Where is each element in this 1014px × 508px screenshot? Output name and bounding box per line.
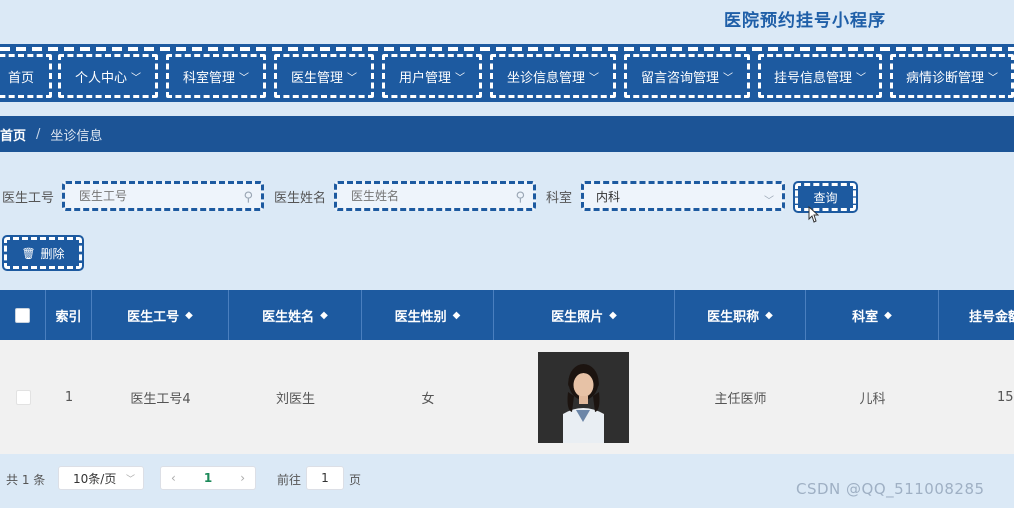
nav-item-personal-center[interactable]: 个人中心 ﹀ [58, 54, 158, 98]
sort-icon[interactable]: ◆ [320, 310, 328, 321]
chevron-down-icon: ﹀ [988, 72, 998, 84]
chevron-down-icon: ﹀ [131, 72, 141, 84]
goto-label: 前往 [277, 473, 302, 487]
column-header-label: 医生姓名 [262, 309, 315, 325]
sort-icon[interactable]: ◆ [453, 310, 461, 321]
sort-icon[interactable]: ◆ [884, 310, 892, 321]
search-icon: ⚲ [243, 190, 253, 205]
doctor-id-field[interactable]: ⚲ [62, 181, 264, 211]
nav-item-label: 留言咨询管理 [640, 70, 719, 86]
cell-photo [494, 340, 675, 454]
doctor-id-input[interactable] [77, 188, 229, 204]
page-size-select[interactable]: 10条/页 ﹀ [58, 466, 144, 490]
column-header-index: 索引 [46, 290, 92, 340]
nav-item-diagnosis-mgmt[interactable]: 病情诊断管理 ﹀ [890, 54, 1014, 98]
nav-item-label: 挂号信息管理 [773, 70, 852, 86]
column-header-department[interactable]: 科室 ◆ [806, 290, 939, 340]
next-page-button[interactable]: › [240, 471, 245, 485]
breadcrumb-home[interactable]: 首页 [0, 125, 26, 144]
nav-item-department-mgmt[interactable]: 科室管理 ﹀ [166, 54, 266, 98]
department-label: 科室 [546, 191, 573, 206]
column-header-gender[interactable]: 医生性别 ◆ [362, 290, 494, 340]
delete-button[interactable]: 🗑 删除 [2, 235, 84, 271]
app-title: 医院预约挂号小程序 [724, 11, 886, 31]
chevron-down-icon: ﹀ [589, 72, 599, 84]
sort-icon[interactable]: ◆ [185, 310, 193, 321]
department-select[interactable]: 内科 ﹀ [581, 181, 785, 211]
cell-gender: 女 [421, 391, 435, 407]
breadcrumb-current: 坐诊信息 [50, 128, 103, 144]
select-all-checkbox[interactable] [15, 307, 30, 323]
query-button[interactable]: 查询 [793, 181, 858, 213]
breadcrumb: 首页 / 坐诊信息 [0, 116, 1014, 152]
row-checkbox[interactable] [15, 389, 31, 405]
cell-doctor-id: 医生工号4 [130, 391, 191, 407]
doctor-name-field[interactable]: ⚲ [334, 181, 536, 211]
prev-page-button[interactable]: ‹ [171, 471, 176, 485]
sort-icon[interactable]: ◆ [609, 310, 617, 321]
nav-item-label: 用户管理 [398, 70, 451, 86]
nav-item-label: 病情诊断管理 [905, 70, 984, 86]
nav-item-registration-mgmt[interactable]: 挂号信息管理 ﹀ [758, 54, 882, 98]
chevron-down-icon: ﹀ [347, 72, 357, 84]
cell-fee: 15 [997, 389, 1014, 405]
chevron-down-icon: ﹀ [239, 72, 249, 84]
page-size-value: 10条/页 [73, 471, 117, 486]
chevron-down-icon: ﹀ [455, 72, 465, 84]
column-header-label: 医生照片 [551, 309, 604, 325]
search-icon: ⚲ [515, 190, 525, 205]
column-header-doctor-id[interactable]: 医生工号 ◆ [92, 290, 229, 340]
nav-item-schedule-mgmt[interactable]: 坐诊信息管理 ﹀ [490, 54, 616, 98]
column-header-title[interactable]: 医生职称 ◆ [675, 290, 806, 340]
doctor-id-label: 医生工号 [2, 191, 55, 206]
pager-controls: ‹ 1 › [160, 466, 256, 490]
cell-doctor-name: 刘医生 [275, 391, 315, 407]
nav-item-label: 个人中心 [74, 70, 127, 86]
nav-item-label: 科室管理 [182, 70, 235, 86]
chevron-down-icon: ﹀ [125, 474, 135, 485]
column-header-doctor-name[interactable]: 医生姓名 ◆ [229, 290, 362, 340]
column-header-fee[interactable]: 挂号金额 [939, 290, 1014, 340]
cell-department: 儿科 [859, 391, 886, 407]
chevron-down-icon: ﹀ [856, 72, 866, 84]
select-all-cell [0, 290, 46, 340]
cell-title: 主任医师 [714, 391, 767, 407]
nav-item-doctor-mgmt[interactable]: 医生管理 ﹀ [274, 54, 374, 98]
page-suffix: 页 [349, 473, 362, 487]
current-page-number[interactable]: 1 [204, 471, 212, 485]
nav-decor-border [0, 47, 1014, 51]
row-select-cell [0, 340, 46, 454]
nav-item-label: 坐诊信息管理 [506, 70, 585, 86]
nav-item-home[interactable]: 首页 [0, 54, 52, 98]
cursor-icon [808, 206, 819, 223]
department-select-value: 内科 [596, 189, 621, 204]
column-header-label: 医生工号 [127, 309, 180, 325]
column-header-label: 科室 [852, 309, 879, 325]
goto-page-input[interactable]: 1 [306, 466, 344, 490]
nav-item-label: 首页 [7, 70, 34, 86]
table-row[interactable]: 1 医生工号4 刘医生 女 主任医师 儿科 15 [0, 340, 1014, 454]
chevron-down-icon: ﹀ [723, 72, 733, 84]
column-header-photo[interactable]: 医生照片 ◆ [494, 290, 675, 340]
table-header: 索引 医生工号 ◆ 医生姓名 ◆ 医生性别 ◆ 医生照片 ◆ 医生职称 ◆ 科室 ◆ 挂号金… [0, 290, 1014, 340]
delete-button-label: 删除 [40, 246, 65, 261]
nav-item-consult-mgmt[interactable]: 留言咨询管理 ﹀ [624, 54, 750, 98]
column-header-label: 挂号金额 [969, 309, 1014, 325]
doctor-name-input[interactable] [349, 188, 501, 204]
sort-icon[interactable]: ◆ [765, 310, 773, 321]
top-nav: 首页 个人中心 ﹀ 科室管理 ﹀ 医生管理 ﹀ 用户管理 ﹀ 坐诊信息管理 ﹀ … [0, 44, 1014, 102]
doctor-name-label: 医生姓名 [274, 191, 327, 206]
chevron-down-icon: ﹀ [764, 196, 774, 207]
nav-item-label: 医生管理 [290, 70, 343, 86]
breadcrumb-separator: / [36, 126, 41, 142]
pagination-total: 共 1 条 [6, 473, 46, 487]
cell-index: 1 [64, 389, 74, 405]
column-header-label: 医生职称 [707, 309, 760, 325]
column-header-label: 医生性别 [394, 309, 447, 325]
column-header-label: 索引 [55, 309, 82, 325]
watermark: CSDN @QQ_511008285 [796, 480, 985, 498]
nav-item-user-mgmt[interactable]: 用户管理 ﹀ [382, 54, 482, 98]
doctor-photo [538, 351, 629, 443]
trash-icon: 🗑 [21, 246, 36, 260]
